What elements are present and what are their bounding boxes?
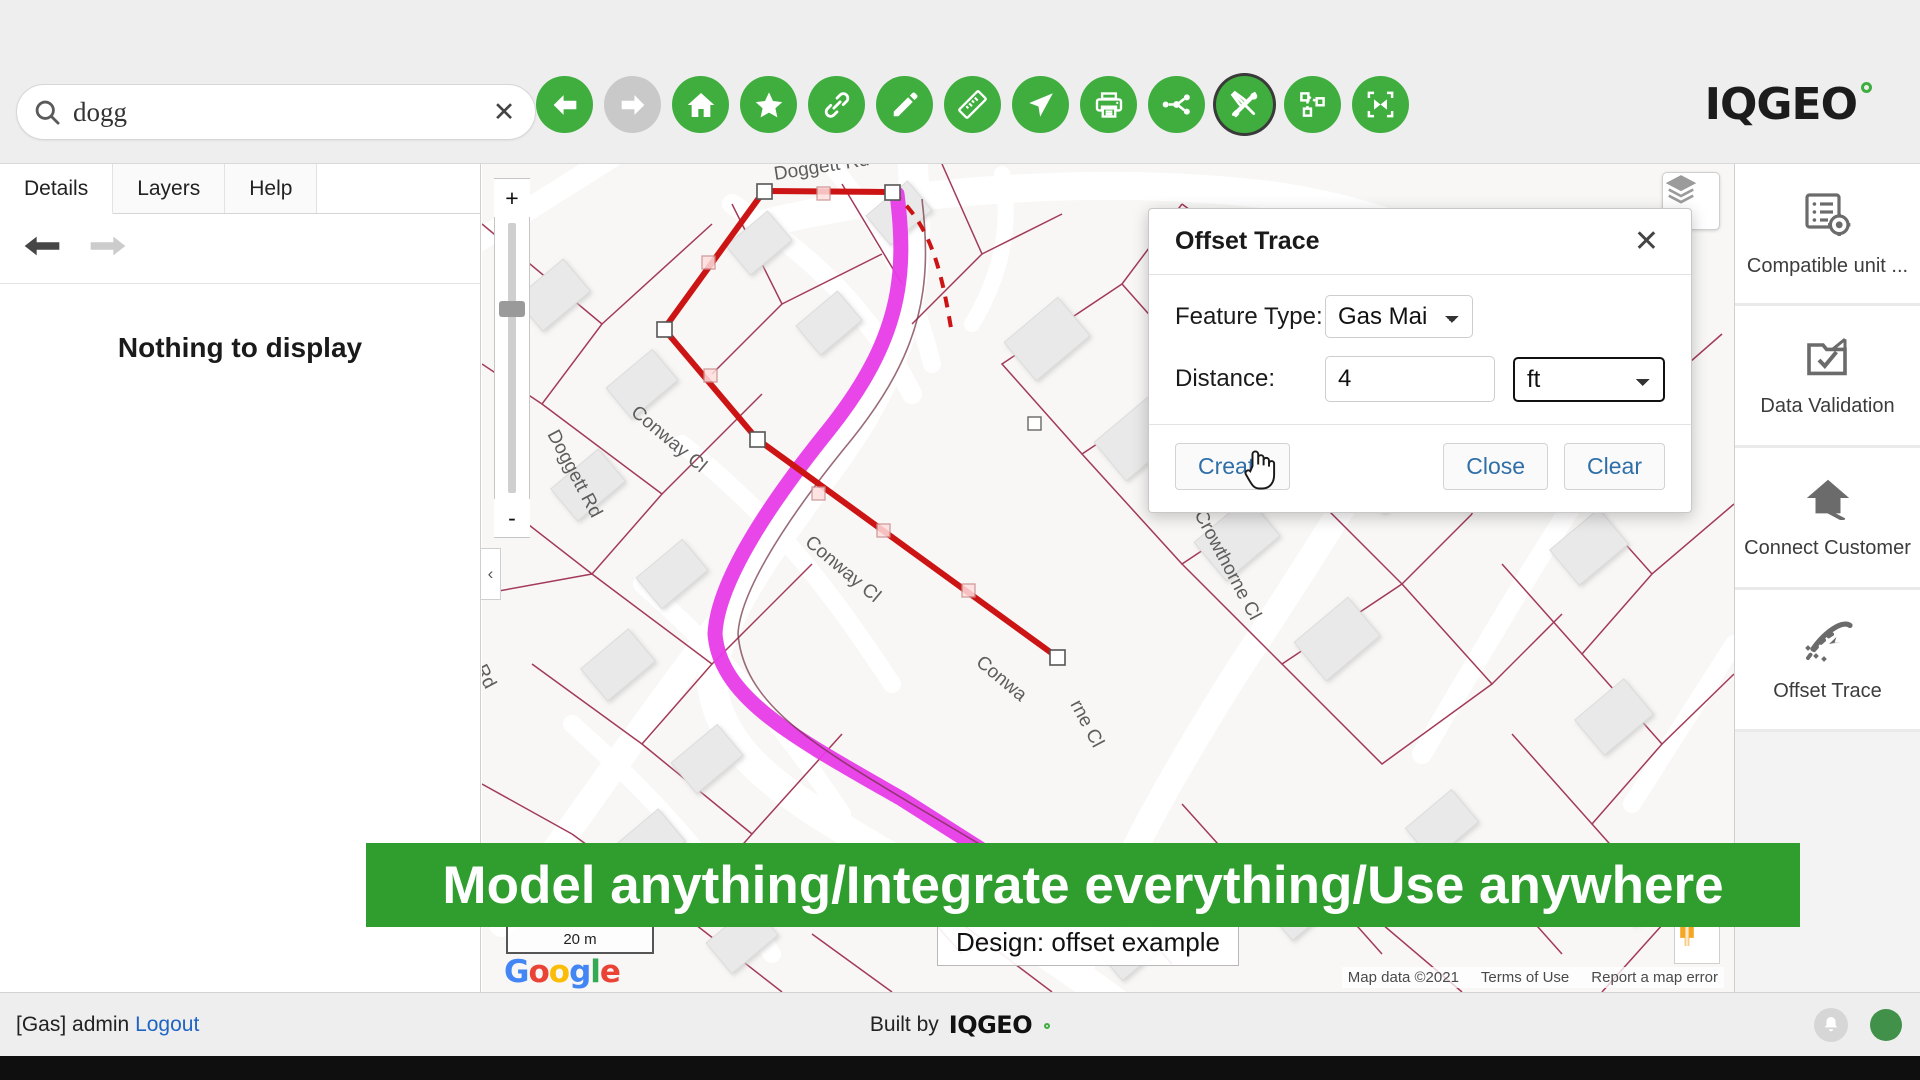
toolbar-link-button[interactable]	[808, 76, 865, 133]
map-zoom-control[interactable]: + -	[494, 178, 530, 538]
search-icon	[33, 98, 61, 126]
status-built-by: Built by IQGEO	[0, 1011, 1920, 1039]
google-logo: Google	[504, 954, 621, 990]
brand-text: IQGEO	[1704, 78, 1858, 130]
close-button[interactable]: Close	[1443, 443, 1549, 490]
panel-empty-message: Nothing to display	[117, 332, 363, 363]
built-by-brand: IQGEO	[948, 1010, 1033, 1039]
toolbar-bookmark-button[interactable]	[740, 76, 797, 133]
house-arrow-icon	[1803, 476, 1853, 525]
toolbar-tools-button[interactable]	[1216, 76, 1273, 133]
dialog-footer: Create Close Clear	[1149, 425, 1691, 512]
bottom-strip	[0, 1056, 1920, 1080]
rail-label-offset-trace: Offset Trace	[1773, 679, 1882, 702]
status-indicators	[1814, 1007, 1902, 1042]
dialog-close-icon[interactable]: ✕	[1628, 223, 1665, 261]
rail-label-connect-customer: Connect Customer	[1744, 536, 1911, 559]
toolbar-network-trace-button[interactable]	[1148, 76, 1205, 133]
tab-layers[interactable]: Layers	[113, 164, 226, 213]
zoom-in-button[interactable]: +	[494, 179, 530, 217]
toolbar-print-button[interactable]	[1080, 76, 1137, 133]
top-bar: ✕	[0, 0, 1920, 164]
offset-trace-icon	[1802, 617, 1854, 668]
report-map-error-link[interactable]: Report a map error	[1591, 969, 1718, 986]
toolbar-back-button[interactable]	[536, 76, 593, 133]
zoom-out-button[interactable]: -	[494, 499, 530, 537]
left-panel-tabs: Details Layers Help	[0, 164, 480, 214]
rail-item-connect-customer[interactable]: Connect Customer	[1735, 448, 1920, 590]
clear-button[interactable]: Clear	[1564, 443, 1665, 490]
rail-item-offset-trace[interactable]: Offset Trace	[1735, 590, 1920, 732]
distance-label: Distance:	[1175, 365, 1276, 392]
feature-type-select[interactable]: Gas Main	[1325, 295, 1473, 338]
panel-collapse-button[interactable]: ‹	[481, 548, 501, 600]
rail-label-compatible-unit: Compatible unit ...	[1746, 254, 1909, 277]
offset-trace-dialog: Offset Trace ✕ Feature Type: Gas Main Di…	[1148, 208, 1692, 513]
create-button[interactable]: Create	[1175, 443, 1291, 490]
map-credits: Map data ©2021 Terms of Use Report a map…	[1341, 967, 1724, 988]
iqgeo-logo: IQGEO	[1705, 76, 1872, 132]
map-data-credit: Map data ©2021	[1347, 969, 1459, 986]
rail-label-data-validation: Data Validation	[1760, 394, 1895, 417]
distance-row: Distance: ft	[1175, 356, 1665, 402]
zoom-slider-track[interactable]	[499, 223, 525, 493]
distance-unit-select[interactable]: ft	[1513, 356, 1665, 402]
toolbar-connectivity-button[interactable]	[1284, 76, 1341, 133]
status-bar: [Gas] admin Logout Built by IQGEO	[0, 992, 1920, 1056]
toolbar-edit-button[interactable]	[876, 76, 933, 133]
rail-item-data-validation[interactable]: Data Validation	[1735, 306, 1920, 448]
built-by-brand-dot-icon	[1044, 1023, 1051, 1029]
dialog-title: Offset Trace	[1175, 227, 1320, 255]
tab-help[interactable]: Help	[225, 164, 318, 213]
application-window: ✕	[0, 0, 1920, 1080]
main-toolbar	[536, 76, 1409, 133]
brand-dot-icon	[1861, 82, 1872, 93]
promo-banner: Model anything/Integrate everything/Use …	[366, 843, 1800, 927]
folder-check-icon	[1804, 334, 1852, 383]
dialog-body: Feature Type: Gas Main Distance: ft	[1149, 275, 1691, 425]
search-box[interactable]: ✕	[16, 84, 536, 140]
rail-item-compatible-unit[interactable]: Compatible unit ...	[1735, 164, 1920, 306]
panel-back-icon[interactable]	[22, 232, 62, 265]
toolbar-extent-button[interactable]	[1352, 76, 1409, 133]
connection-status-indicator[interactable]	[1870, 1008, 1902, 1041]
zoom-slider-thumb[interactable]	[499, 301, 525, 317]
toolbar-measure-button[interactable]	[944, 76, 1001, 133]
terms-of-use-link[interactable]: Terms of Use	[1481, 969, 1569, 986]
list-gear-icon	[1802, 190, 1854, 243]
promo-banner-text: Model anything/Integrate everything/Use …	[442, 855, 1724, 915]
toolbar-locate-button[interactable]	[1012, 76, 1069, 133]
toolbar-forward-button[interactable]	[604, 76, 661, 133]
feature-type-label: Feature Type:	[1175, 302, 1323, 330]
search-input[interactable]	[73, 96, 489, 128]
panel-history-nav	[0, 214, 480, 284]
tab-details[interactable]: Details	[0, 164, 114, 214]
search-clear-icon[interactable]: ✕	[489, 97, 519, 127]
map-scale-bar: 20 m	[506, 926, 654, 954]
toolbar-home-button[interactable]	[672, 76, 729, 133]
dialog-header: Offset Trace ✕	[1149, 209, 1691, 275]
bell-icon[interactable]	[1814, 1007, 1848, 1042]
panel-forward-icon[interactable]	[88, 232, 128, 265]
built-by-label: Built by	[869, 1012, 939, 1036]
feature-type-row: Feature Type: Gas Main	[1175, 295, 1665, 338]
distance-input[interactable]	[1325, 356, 1495, 402]
